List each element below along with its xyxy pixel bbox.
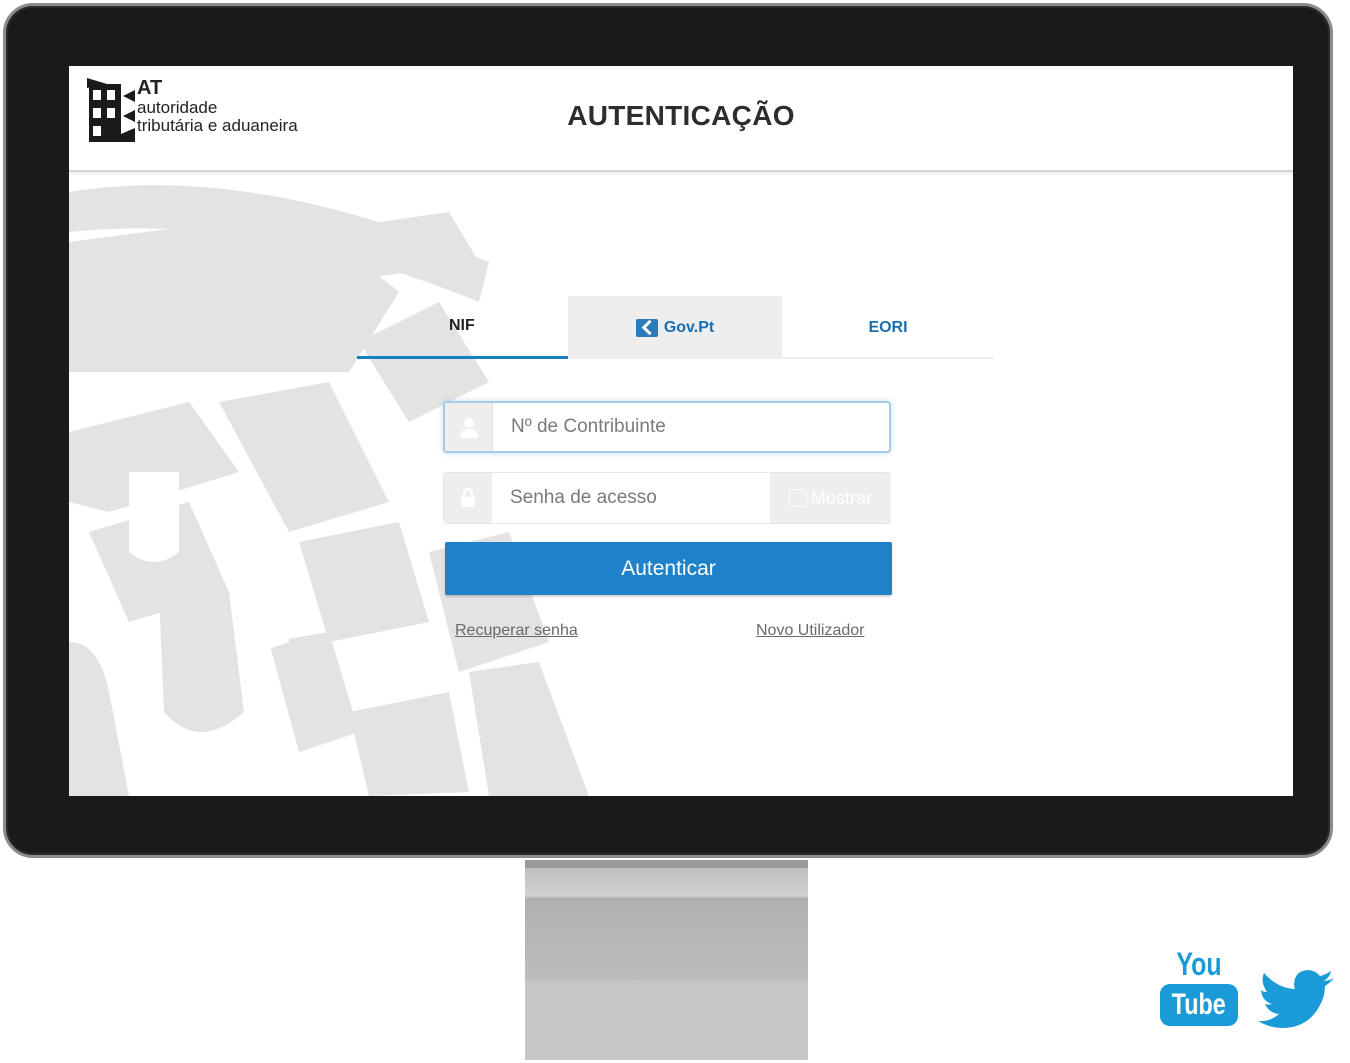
youtube-tube-badge: Tube — [1160, 984, 1238, 1026]
twitter-icon[interactable] — [1258, 970, 1336, 1028]
logo-abbr: AT — [137, 77, 163, 99]
social-links: You Tube — [1158, 948, 1338, 1028]
govpt-icon — [635, 318, 658, 337]
new-user-link[interactable]: Novo Utilizador — [756, 622, 864, 640]
show-password-checkbox[interactable] — [788, 489, 807, 507]
authenticate-button[interactable]: Autenticar — [445, 542, 892, 595]
tab-eori[interactable]: EORI — [782, 296, 994, 359]
password-input[interactable] — [492, 473, 770, 523]
nif-input[interactable] — [493, 403, 889, 451]
page-title: AUTENTICAÇÃO — [567, 100, 795, 131]
nif-field — [443, 401, 891, 453]
tab-govpt[interactable]: Gov.Pt — [568, 296, 782, 359]
lock-icon — [461, 488, 475, 507]
youtube-icon[interactable]: You Tube — [1158, 948, 1240, 1028]
auth-tabs: NIF Gov.Pt EORI — [357, 296, 994, 359]
youtube-you-text: You — [1176, 946, 1222, 982]
monitor-stand — [525, 860, 808, 1060]
show-password-label: Mostrar — [810, 487, 872, 508]
stage: AT autoridade tributária e aduaneira AUT… — [0, 0, 1350, 1063]
tab-nif-label: NIF — [449, 317, 475, 334]
user-icon — [459, 418, 478, 438]
monitor-frame: AT autoridade tributária e aduaneira AUT… — [3, 3, 1333, 858]
password-field: Mostrar — [443, 472, 891, 524]
tab-govpt-label: Gov.Pt — [663, 318, 715, 336]
show-password-toggle[interactable]: Mostrar — [770, 473, 891, 523]
screen: AT autoridade tributária e aduaneira AUT… — [69, 66, 1293, 796]
tab-eori-label: EORI — [868, 318, 908, 336]
monitor-stand-graphic — [525, 860, 808, 1060]
nif-addon — [445, 403, 493, 451]
recover-password-link[interactable]: Recuperar senha — [455, 622, 578, 640]
youtube-tube-text: Tube — [1171, 988, 1227, 1021]
page-header: AT autoridade tributária e aduaneira AUT… — [69, 66, 1293, 172]
tab-nif[interactable]: NIF — [357, 296, 568, 359]
password-addon — [444, 473, 492, 523]
